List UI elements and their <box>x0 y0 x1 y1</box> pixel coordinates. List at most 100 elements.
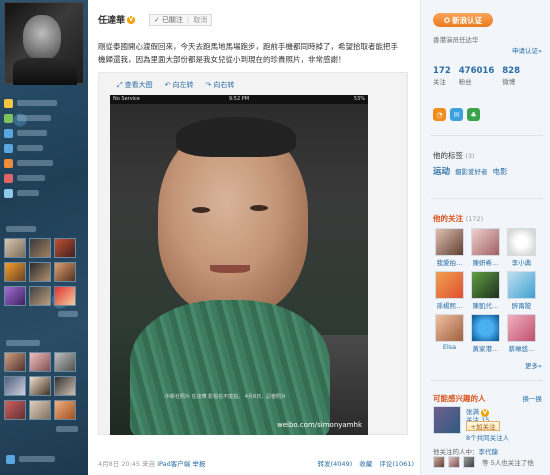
follow-item[interactable]: 陳妍希… <box>469 228 502 267</box>
avatar <box>435 314 464 342</box>
view-original-button[interactable]: ⤢ 查看大图 <box>117 80 153 90</box>
swap-suggestions-link[interactable]: 换一换 <box>523 393 543 403</box>
stat-posts[interactable]: 828 微博 <box>502 66 520 86</box>
mutual-names[interactable]: 李代龍 <box>479 448 499 456</box>
sidebar-item-profile[interactable] <box>4 111 84 125</box>
green-app-icon[interactable]: ♣ <box>467 108 480 121</box>
sidebar-item-label <box>17 160 53 166</box>
more-follows-link[interactable]: 更多» <box>525 360 542 370</box>
follow-name: Elsa <box>442 343 457 351</box>
sidebar-photo[interactable] <box>29 400 51 420</box>
sidebar-item-groups[interactable] <box>4 186 84 200</box>
sidebar-item-label <box>17 190 39 196</box>
repost-button[interactable]: 转发(4049) <box>318 460 353 468</box>
unfollow-button[interactable]: 取消 <box>193 15 207 25</box>
blue-app-icon[interactable]: ✉ <box>450 108 463 121</box>
sidebar-item-home[interactable] <box>4 96 84 110</box>
favorite-button[interactable]: 收藏 <box>359 460 372 468</box>
main-content: 任達華 V ✓ 已關注 | 取消 剛從泰國開心渡假回來，今天去跑馬地馬場跑步，跑… <box>88 0 420 475</box>
sidebar-photo[interactable] <box>29 286 51 306</box>
tag-item[interactable]: 运动 <box>433 165 450 177</box>
report-link[interactable]: 举报 <box>192 460 205 468</box>
sidebar-photo[interactable] <box>54 352 76 372</box>
sidebar-photo[interactable] <box>4 400 26 420</box>
avatar[interactable] <box>448 456 460 468</box>
sidebar-photo[interactable] <box>4 286 26 306</box>
sidebar-photo[interactable] <box>4 262 26 282</box>
follow-name: 陳凱代… <box>472 302 499 310</box>
tags-title-text: 他的标签 <box>433 151 463 160</box>
sidebar-photo[interactable] <box>54 286 76 306</box>
sidebar-item-mentions[interactable] <box>4 126 84 140</box>
mutual-follows: 他关注的人中：李代龍 <box>433 446 498 456</box>
post-source-link[interactable]: iPad客户端 <box>157 460 190 468</box>
tag-item[interactable]: 电影 <box>493 166 508 177</box>
sidebar-photo-row <box>4 352 76 372</box>
divider: | <box>186 15 190 24</box>
post-photo[interactable]: No Service 9:52 PM 53% 中新社照片 任達華 影視名不能拍。… <box>110 95 368 435</box>
sidebar-photo[interactable] <box>54 262 76 282</box>
follow-item[interactable]: 醉兩陂 <box>505 271 538 310</box>
home-icon <box>4 98 13 108</box>
sidebar-item-label <box>17 145 43 151</box>
follow-item[interactable]: 陳凱代… <box>469 271 502 310</box>
sidebar-photo-row <box>4 286 76 306</box>
sidebar-section-label <box>6 340 40 346</box>
sidebar-photo[interactable] <box>4 352 26 372</box>
post-text: 剛從泰國開心渡假回來，今天去跑馬地馬場跑步，跑前手機都同時掉了，希望拾取者能把手… <box>98 42 398 64</box>
profile-header: 任達華 V ✓ 已關注 | 取消 <box>98 13 213 26</box>
sidebar-photo[interactable] <box>4 376 26 396</box>
follow-item[interactable]: 李小典 <box>505 228 538 267</box>
comment-button[interactable]: 评论(1061) <box>379 460 414 468</box>
sidebar-more-label[interactable] <box>58 311 78 317</box>
sidebar-nav <box>4 96 84 201</box>
sidebar-item-comments[interactable] <box>4 141 84 155</box>
stat-number: 476016 <box>458 66 495 76</box>
follow-item[interactable]: 蔡琳悠… <box>505 314 538 353</box>
profile-avatar[interactable] <box>4 2 84 85</box>
share-icons: ◔ ✉ ♣ <box>433 108 480 121</box>
rotate-right-button[interactable]: ↷ 向右转 <box>205 80 234 90</box>
sidebar-photo[interactable] <box>54 400 76 420</box>
follow-item[interactable]: 孫楊熙… <box>433 271 466 310</box>
add-follow-button[interactable]: +加关注 <box>466 421 500 431</box>
sidebar-item-footer[interactable] <box>6 452 55 466</box>
sidebar-photo[interactable] <box>54 376 76 396</box>
star-icon <box>4 158 13 168</box>
follow-item[interactable]: 黃家港… <box>469 314 502 353</box>
user-name[interactable]: 任達華 <box>98 13 125 26</box>
sidebar-more-label[interactable] <box>56 426 78 432</box>
tag-item[interactable]: 摄影爱好者 <box>455 166 488 176</box>
sidebar-photo[interactable] <box>29 238 51 258</box>
follow-name: 蔡琳悠… <box>508 345 535 353</box>
follow-item[interactable]: Elsa <box>433 314 466 353</box>
verify-label: 新浪认证 <box>452 15 483 25</box>
sidebar-item-favorites[interactable] <box>4 156 84 170</box>
stat-followers[interactable]: 476016 粉丝 <box>459 66 495 86</box>
sidebar-photo[interactable] <box>4 238 26 258</box>
suggestion-avatar[interactable] <box>433 406 461 434</box>
sidebar-photo[interactable] <box>29 376 51 396</box>
verify-button[interactable]: ✪ 新浪认证 <box>433 13 493 27</box>
avatar <box>435 228 464 256</box>
sidebar-photo[interactable] <box>29 262 51 282</box>
verify-icon: ✪ <box>443 15 451 25</box>
avatar[interactable] <box>433 456 445 468</box>
sidebar-photo[interactable] <box>29 352 51 372</box>
tool-label: 向右转 <box>213 81 235 89</box>
sidebar-photo[interactable] <box>54 238 76 258</box>
tool-label: 向左转 <box>172 81 194 89</box>
follow-item[interactable]: 我愛拍… <box>433 228 466 267</box>
media-toolbar: ⤢ 查看大图 ↶ 向左转 ↷ 向右转 <box>117 80 234 90</box>
stat-following[interactable]: 172 关注 <box>433 66 451 86</box>
apply-verify-link[interactable]: 申请认证» <box>512 45 542 55</box>
sidebar-item-apps[interactable] <box>4 171 84 185</box>
rotate-left-button[interactable]: ↶ 向左转 <box>165 80 194 90</box>
verify-description: 香港演员任达华 <box>433 36 479 44</box>
photo-status-left: No Service <box>113 96 140 102</box>
orange-app-icon[interactable]: ◔ <box>433 108 446 121</box>
suggestion-mutual-count[interactable]: 8个共同关注人 <box>466 432 509 442</box>
sidebar-item-label <box>19 456 55 462</box>
avatar[interactable] <box>463 456 475 468</box>
avatar <box>435 271 464 299</box>
